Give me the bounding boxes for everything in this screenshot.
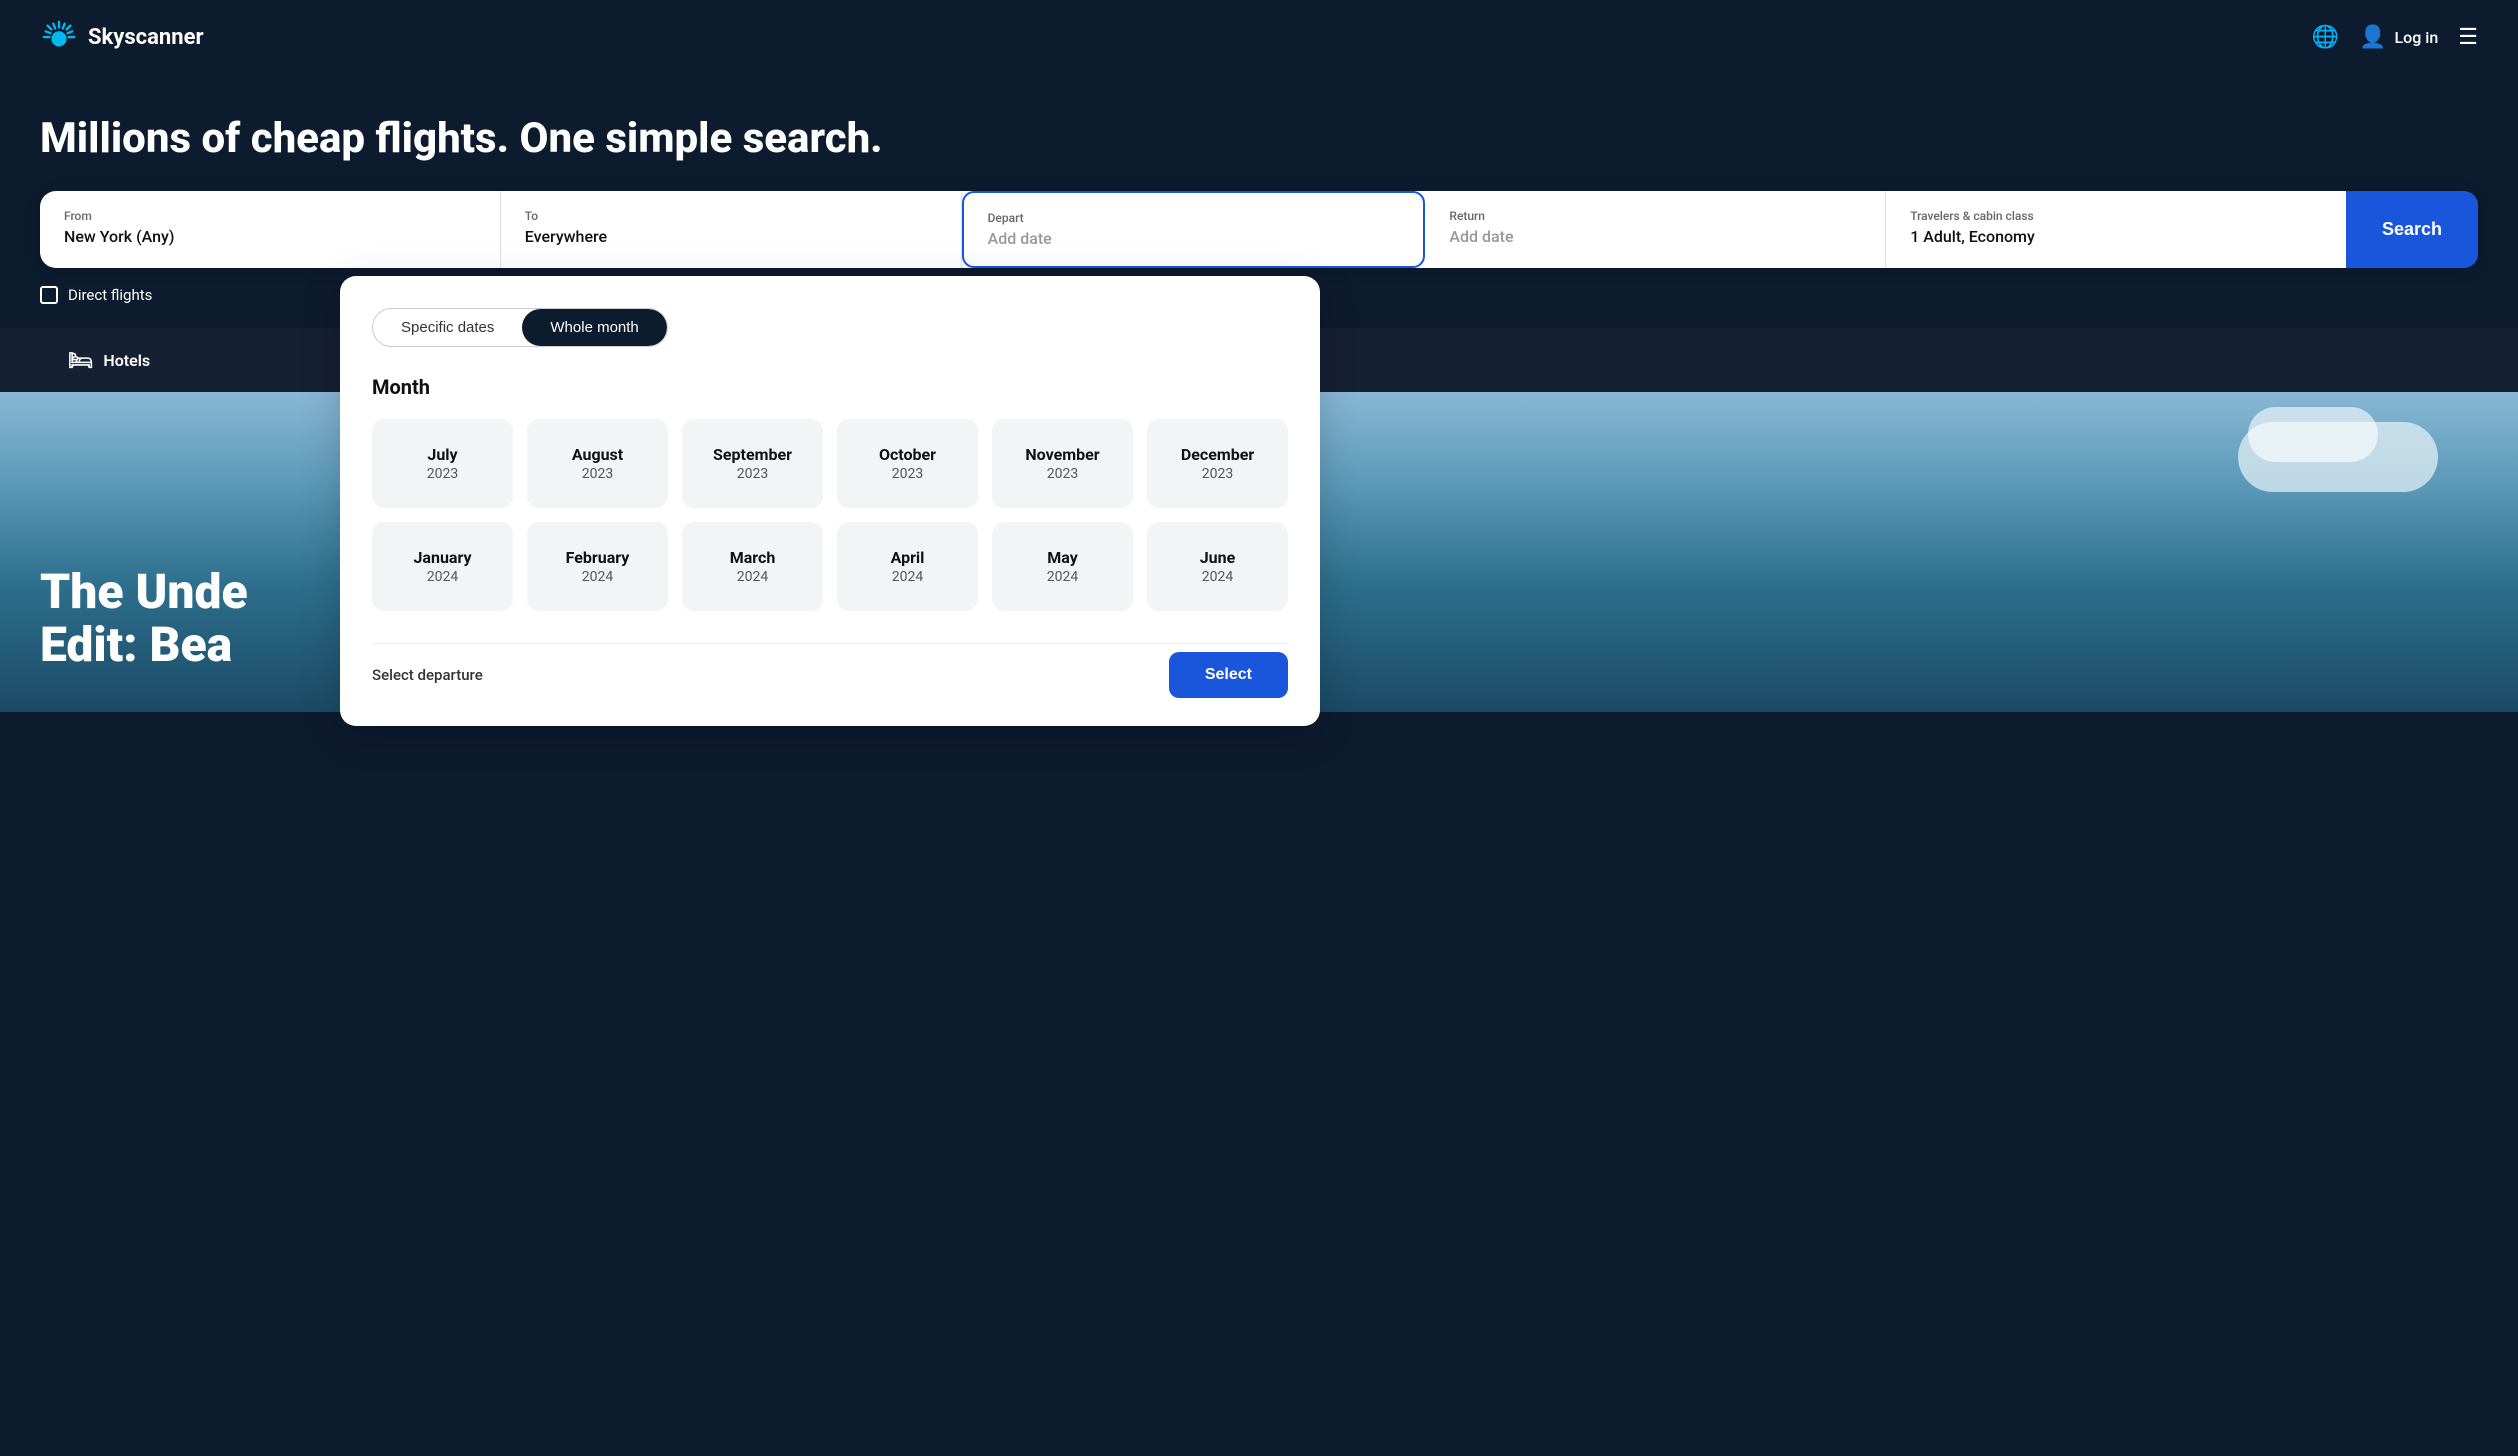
hotels-icon: 🛏: [68, 348, 93, 372]
search-button[interactable]: Search: [2346, 191, 2478, 268]
navbar: Skyscanner 🌐 👤 Log in ☰: [0, 0, 2518, 74]
month-card[interactable]: December2023: [1147, 419, 1288, 508]
to-field[interactable]: To Everywhere: [501, 191, 962, 268]
from-label: From: [64, 209, 476, 223]
menu-icon[interactable]: ☰: [2458, 25, 2478, 50]
month-card[interactable]: June2024: [1147, 522, 1288, 611]
from-field[interactable]: From New York (Any): [40, 191, 501, 268]
dropdown-footer: Select departure Select: [372, 643, 1288, 698]
month-section-title: Month: [372, 375, 1288, 399]
month-card[interactable]: March2024: [682, 522, 823, 611]
select-departure-label: Select departure: [372, 666, 483, 684]
logo-text: Skyscanner: [88, 25, 204, 50]
month-card[interactable]: April2024: [837, 522, 978, 611]
hero-image-text: The Unde Edit: Bea: [40, 566, 248, 672]
to-label: To: [525, 209, 937, 223]
user-icon: 👤: [2359, 25, 2386, 50]
hero-text-line2: Edit: Bea: [40, 619, 248, 672]
whole-month-btn[interactable]: Whole month: [522, 309, 666, 346]
depart-label: Depart: [988, 211, 1400, 225]
navbar-right: 🌐 👤 Log in ☰: [2312, 25, 2478, 50]
date-mode-toggle: Specific dates Whole month: [372, 308, 668, 347]
direct-flights-label: Direct flights: [68, 286, 152, 304]
hotels-label: Hotels: [103, 351, 150, 370]
date-dropdown-panel: Specific dates Whole month Month July202…: [340, 276, 1320, 726]
from-value: New York (Any): [64, 227, 174, 246]
select-button[interactable]: Select: [1169, 652, 1288, 698]
month-card[interactable]: January2024: [372, 522, 513, 611]
to-value: Everywhere: [525, 227, 607, 246]
logo-icon: [40, 18, 78, 56]
return-label: Return: [1449, 209, 1861, 223]
travelers-label: Travelers & cabin class: [1910, 209, 2322, 223]
globe-icon[interactable]: 🌐: [2312, 25, 2339, 50]
search-bar-wrapper: From New York (Any) To Everywhere Depart…: [40, 191, 2478, 268]
travelers-value: 1 Adult, Economy: [1910, 227, 2035, 246]
month-card[interactable]: May2024: [992, 522, 1133, 611]
hotels-tab[interactable]: 🛏 Hotels: [40, 328, 178, 392]
hero-text-line1: The Unde: [40, 566, 248, 619]
depart-value: Add date: [988, 229, 1052, 248]
hero-title: Millions of cheap flights. One simple se…: [40, 114, 2478, 163]
direct-flights-checkbox[interactable]: [40, 286, 58, 304]
search-bar: From New York (Any) To Everywhere Depart…: [40, 191, 2478, 268]
month-card[interactable]: August2023: [527, 419, 668, 508]
logo[interactable]: Skyscanner: [40, 18, 204, 56]
specific-dates-btn[interactable]: Specific dates: [373, 309, 522, 346]
month-card[interactable]: November2023: [992, 419, 1133, 508]
month-card[interactable]: September2023: [682, 419, 823, 508]
return-field[interactable]: Return Add date: [1425, 191, 1886, 268]
month-grid: July2023August2023September2023October20…: [372, 419, 1288, 611]
depart-field[interactable]: Depart Add date: [962, 191, 1426, 268]
login-button[interactable]: 👤 Log in: [2359, 25, 2438, 50]
hero-section: Millions of cheap flights. One simple se…: [0, 74, 2518, 304]
return-value: Add date: [1449, 227, 1513, 246]
month-card[interactable]: February2024: [527, 522, 668, 611]
month-card[interactable]: July2023: [372, 419, 513, 508]
travelers-field[interactable]: Travelers & cabin class 1 Adult, Economy: [1886, 191, 2346, 268]
month-card[interactable]: October2023: [837, 419, 978, 508]
